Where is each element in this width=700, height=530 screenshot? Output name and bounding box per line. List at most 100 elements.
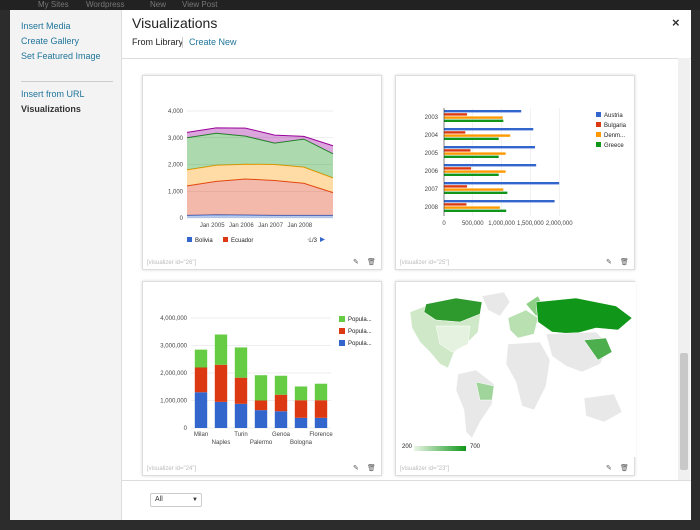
media-modal: Insert Media Create Gallery Set Featured… bbox=[10, 10, 691, 520]
bar-segment bbox=[294, 417, 308, 428]
legend-swatch bbox=[596, 132, 601, 137]
bar bbox=[444, 209, 507, 212]
bar-segment bbox=[234, 403, 248, 428]
legend-swatch bbox=[187, 237, 192, 242]
bar bbox=[444, 191, 508, 194]
x-tick-label: Bologna bbox=[290, 440, 313, 446]
y-tick-label: 3,000,000 bbox=[160, 344, 187, 350]
chart-card[interactable]: 0 500,000 1,000,000 1,500,000 2,000,000 2003 2… bbox=[395, 75, 635, 270]
modal-toolbar: All ▼ bbox=[122, 480, 691, 520]
admin-bar: My Sites Wordpress New View Post bbox=[0, 0, 700, 10]
y-tick-label: 2,000 bbox=[168, 163, 184, 169]
bar bbox=[444, 182, 560, 185]
y-tick-label: 0 bbox=[180, 216, 184, 222]
y-tick-label: 4,000,000 bbox=[160, 316, 187, 322]
admin-bar-item[interactable]: Wordpress bbox=[86, 0, 125, 9]
modal-title: Visualizations bbox=[132, 15, 218, 31]
media-menu: Insert Media Create Gallery Set Featured… bbox=[10, 10, 122, 520]
trash-icon[interactable]: 🗑 bbox=[367, 464, 376, 472]
bar-segment bbox=[254, 400, 268, 411]
menu-create-gallery[interactable]: Create Gallery bbox=[21, 36, 79, 46]
bar bbox=[444, 131, 466, 134]
admin-bar-item[interactable]: My Sites bbox=[38, 0, 69, 9]
bar bbox=[444, 155, 499, 158]
bar bbox=[444, 137, 499, 140]
bar-segment bbox=[314, 417, 328, 428]
x-tick-label: Palermo bbox=[250, 440, 273, 446]
bar-segment bbox=[214, 334, 228, 365]
bar-segment bbox=[294, 400, 308, 418]
y-tick-label: 1,000 bbox=[168, 189, 184, 195]
close-icon[interactable]: × bbox=[672, 15, 680, 30]
trash-icon[interactable]: 🗑 bbox=[367, 258, 376, 266]
bar bbox=[444, 128, 534, 131]
y-tick-label: 4,000 bbox=[168, 109, 184, 115]
tab-from-library[interactable]: From Library bbox=[132, 37, 183, 47]
chart-card[interactable]: 200 700 [visualizer id="23"] ✎ 🗑 bbox=[395, 281, 636, 476]
y-tick-label: 1,000,000 bbox=[160, 399, 187, 405]
bar bbox=[444, 173, 499, 176]
trash-icon[interactable]: 🗑 bbox=[620, 464, 629, 472]
x-tick-label: Florence bbox=[309, 432, 333, 438]
bar-segment bbox=[234, 377, 248, 404]
bar-segment bbox=[274, 394, 288, 412]
y-tick-label: 2004 bbox=[425, 133, 439, 139]
legend-label: Popula... bbox=[348, 341, 372, 347]
admin-bar-item[interactable]: View Post bbox=[182, 0, 217, 9]
tab-create-new[interactable]: Create New bbox=[189, 37, 237, 47]
chart-card[interactable]: 0 1,000,000 2,000,000 3,000,000 4,000,000 Mil… bbox=[142, 281, 382, 476]
bar bbox=[444, 110, 522, 113]
bar-segment bbox=[294, 386, 308, 401]
y-tick-label: 2003 bbox=[425, 115, 439, 121]
menu-insert-from-url[interactable]: Insert from URL bbox=[21, 89, 85, 99]
geo-chart bbox=[396, 282, 636, 457]
legend-label: Popula... bbox=[348, 329, 372, 335]
chart-shortcode: [visualizer id="26"] bbox=[147, 260, 197, 266]
bar-segment bbox=[194, 367, 208, 393]
tab-separator bbox=[182, 37, 183, 48]
bar-segment bbox=[274, 375, 288, 395]
filter-select[interactable]: All ▼ bbox=[150, 493, 202, 507]
legend-swatch bbox=[596, 112, 601, 117]
visualization-library: 0 1,000 2,000 3,000 4,000 Jan 2005 Jan 2006 Jan… bbox=[122, 58, 691, 480]
bar-segment bbox=[254, 375, 268, 401]
bar-segment bbox=[234, 347, 248, 378]
bar-segment bbox=[274, 411, 288, 428]
edit-icon[interactable]: ✎ bbox=[606, 464, 612, 472]
legend-label: Denm... bbox=[604, 133, 625, 139]
y-tick-label: 0 bbox=[184, 426, 188, 432]
bar bbox=[444, 167, 472, 170]
admin-bar-item[interactable]: New bbox=[150, 0, 166, 9]
column-chart: 0 1,000,000 2,000,000 3,000,000 4,000,000 Mil… bbox=[160, 316, 372, 446]
x-tick-label: Milan bbox=[194, 432, 208, 438]
library-scrollbar[interactable] bbox=[678, 58, 690, 480]
menu-visualizations[interactable]: Visualizations bbox=[21, 104, 81, 114]
edit-icon[interactable]: ✎ bbox=[606, 258, 612, 266]
bar bbox=[444, 185, 468, 188]
legend-label: Ecuador bbox=[231, 238, 253, 244]
menu-insert-media[interactable]: Insert Media bbox=[21, 21, 71, 31]
bar bbox=[444, 119, 504, 122]
scrollbar-thumb[interactable] bbox=[680, 353, 688, 470]
bar-segment bbox=[194, 392, 208, 428]
x-tick-label: Jan 2007 bbox=[258, 223, 283, 229]
bar-segment bbox=[314, 400, 328, 418]
legend-swatch bbox=[339, 340, 345, 346]
x-tick-label: Turin bbox=[234, 432, 247, 438]
bar bbox=[444, 203, 467, 206]
legend-swatch bbox=[596, 142, 601, 147]
legend-label: Greece bbox=[604, 143, 624, 149]
y-tick-label: 2007 bbox=[425, 187, 439, 193]
edit-icon[interactable]: ✎ bbox=[353, 258, 359, 266]
menu-set-featured-image[interactable]: Set Featured Image bbox=[21, 51, 101, 61]
pager-next-icon bbox=[320, 237, 325, 242]
bar bbox=[444, 149, 471, 152]
legend-swatch bbox=[596, 122, 601, 127]
trash-icon[interactable]: 🗑 bbox=[620, 258, 629, 266]
bar bbox=[444, 200, 555, 203]
edit-icon[interactable]: ✎ bbox=[353, 464, 359, 472]
y-tick-label: 2005 bbox=[425, 151, 439, 157]
y-tick-label: 2008 bbox=[425, 205, 439, 211]
bar bbox=[444, 164, 537, 167]
chart-card[interactable]: 0 1,000 2,000 3,000 4,000 Jan 2005 Jan 2006 Jan… bbox=[142, 75, 382, 270]
